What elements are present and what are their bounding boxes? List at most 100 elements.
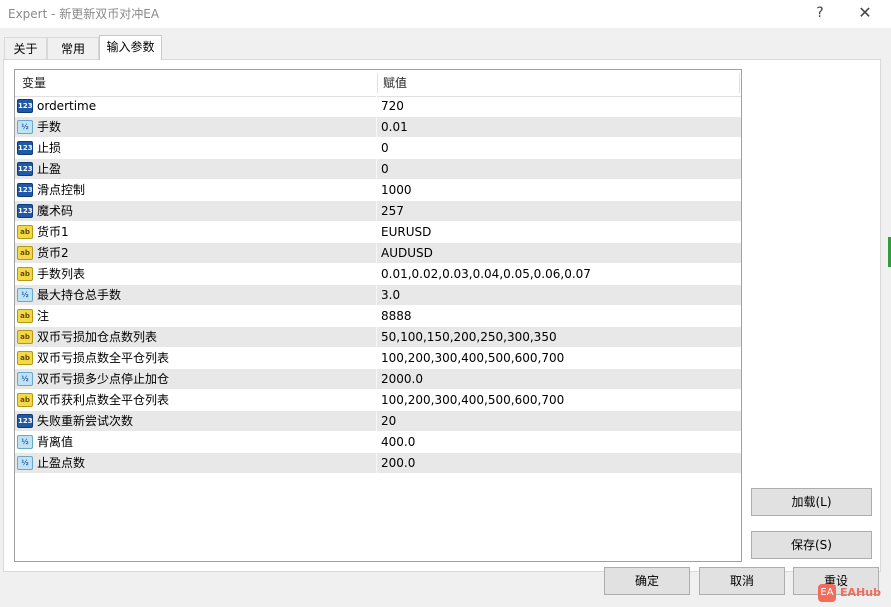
parameter-name: 货币1	[37, 225, 69, 239]
parameter-name: 注	[37, 309, 50, 323]
parameter-value[interactable]: 50,100,150,200,250,300,350	[381, 327, 557, 347]
cell-separator	[376, 369, 377, 389]
parameter-name: 手数列表	[37, 267, 86, 281]
parameter-row[interactable]: ½ 双币亏损多少点停止加仓 2000.0	[15, 369, 741, 390]
integer-type-icon: 123	[17, 183, 33, 197]
double-type-icon: ½	[17, 456, 33, 470]
parameter-value[interactable]: 257	[381, 201, 404, 221]
parameter-row[interactable]: 123 ordertime 720	[15, 96, 741, 117]
tab-about[interactable]: 关于	[4, 37, 47, 59]
parameter-value[interactable]: EURUSD	[381, 222, 431, 242]
parameter-row[interactable]: ab 双币获利点数全平仓列表 100,200,300,400,500,600,700	[15, 390, 741, 411]
cell-separator	[376, 306, 377, 326]
cell-separator	[376, 411, 377, 431]
parameter-name: 双币亏损多少点停止加仓	[37, 372, 170, 386]
parameter-value[interactable]: 3.0	[381, 285, 400, 305]
parameter-row[interactable]: ½ 手数 0.01	[15, 117, 741, 138]
save-button[interactable]: 保存(S)	[751, 531, 872, 559]
close-button[interactable]: ✕	[850, 2, 880, 24]
parameter-value[interactable]: 200.0	[381, 453, 415, 473]
parameter-name: ordertime	[37, 99, 97, 113]
parameter-name: 最大持仓总手数	[37, 288, 122, 302]
cell-separator	[376, 327, 377, 347]
tab-inputs[interactable]: 输入参数	[99, 35, 162, 60]
double-type-icon: ½	[17, 120, 33, 134]
parameter-name: 滑点控制	[37, 183, 86, 197]
parameter-row[interactable]: 123 止损 0	[15, 138, 741, 159]
double-type-icon: ½	[17, 288, 33, 302]
parameter-value[interactable]: 8888	[381, 306, 412, 326]
parameter-value[interactable]: AUDUSD	[381, 243, 433, 263]
cell-separator	[376, 348, 377, 368]
parameter-row[interactable]: ab 货币2 AUDUSD	[15, 243, 741, 264]
cell-separator	[376, 96, 377, 116]
column-divider[interactable]	[377, 73, 378, 93]
cell-separator	[376, 453, 377, 473]
string-type-icon: ab	[17, 267, 33, 281]
string-type-icon: ab	[17, 225, 33, 239]
cell-separator	[376, 432, 377, 452]
parameter-value[interactable]: 0.01,0.02,0.03,0.04,0.05,0.06,0.07	[381, 264, 591, 284]
parameter-name: 魔术码	[37, 204, 74, 218]
string-type-icon: ab	[17, 330, 33, 344]
double-type-icon: ½	[17, 435, 33, 449]
parameter-value[interactable]: 720	[381, 96, 404, 116]
parameter-name: 背离值	[37, 435, 74, 449]
cell-separator	[376, 180, 377, 200]
parameter-name: 双币获利点数全平仓列表	[37, 393, 170, 407]
string-type-icon: ab	[17, 393, 33, 407]
parameter-row[interactable]: ab 双币亏损点数全平仓列表 100,200,300,400,500,600,700	[15, 348, 741, 369]
parameter-value[interactable]: 100,200,300,400,500,600,700	[381, 390, 564, 410]
tab-common[interactable]: 常用	[47, 37, 99, 59]
parameter-value[interactable]: 1000	[381, 180, 412, 200]
column-header-value[interactable]: 赋值	[383, 70, 407, 96]
cell-separator	[376, 201, 377, 221]
cell-separator	[376, 243, 377, 263]
parameter-row[interactable]: ab 货币1 EURUSD	[15, 222, 741, 243]
parameter-row[interactable]: 123 滑点控制 1000	[15, 180, 741, 201]
parameter-row[interactable]: 123 止盈 0	[15, 159, 741, 180]
parameter-row[interactable]: ½ 背离值 400.0	[15, 432, 741, 453]
parameter-value[interactable]: 100,200,300,400,500,600,700	[381, 348, 564, 368]
parameter-row[interactable]: 123 失败重新尝试次数 20	[15, 411, 741, 432]
integer-type-icon: 123	[17, 141, 33, 155]
parameter-name: 货币2	[37, 246, 69, 260]
grid-header: 变量 赋值	[15, 70, 741, 97]
title-bar[interactable]: Expert - 新更新双币对冲EA ? ✕	[0, 0, 891, 28]
cell-separator	[376, 159, 377, 179]
parameter-row[interactable]: ½ 止盈点数 200.0	[15, 453, 741, 474]
cell-separator	[376, 285, 377, 305]
parameter-value[interactable]: 400.0	[381, 432, 415, 452]
parameter-name: 双币亏损加仓点数列表	[37, 330, 158, 344]
string-type-icon: ab	[17, 309, 33, 323]
parameter-value[interactable]: 0	[381, 159, 389, 179]
parameter-value[interactable]: 0	[381, 138, 389, 158]
parameter-row[interactable]: ab 手数列表 0.01,0.02,0.03,0.04,0.05,0.06,0.07	[15, 264, 741, 285]
ok-button[interactable]: 确定	[604, 567, 690, 595]
window-title: Expert - 新更新双币对冲EA	[8, 7, 160, 21]
parameter-row[interactable]: ab 注 8888	[15, 306, 741, 327]
parameter-value[interactable]: 0.01	[381, 117, 408, 137]
double-type-icon: ½	[17, 372, 33, 386]
string-type-icon: ab	[17, 246, 33, 260]
string-type-icon: ab	[17, 351, 33, 365]
eahub-logo-icon: EA	[818, 584, 836, 602]
parameter-name: 手数	[37, 120, 62, 134]
cancel-button[interactable]: 取消	[699, 567, 785, 595]
parameter-name: 止盈	[37, 162, 62, 176]
parameter-row[interactable]: ½ 最大持仓总手数 3.0	[15, 285, 741, 306]
column-header-variable[interactable]: 变量	[22, 70, 46, 96]
column-divider[interactable]	[739, 73, 740, 93]
parameter-value[interactable]: 20	[381, 411, 396, 431]
parameter-value[interactable]: 2000.0	[381, 369, 423, 389]
integer-type-icon: 123	[17, 162, 33, 176]
integer-type-icon: 123	[17, 204, 33, 218]
help-button[interactable]: ?	[805, 2, 835, 24]
load-button[interactable]: 加载(L)	[751, 488, 872, 516]
cell-separator	[376, 138, 377, 158]
integer-type-icon: 123	[17, 414, 33, 428]
parameters-grid[interactable]: 变量 赋值 123 ordertime 720 ½ 手数 0.01 123 止损 0 123 止盈 0…	[14, 69, 742, 562]
cell-separator	[376, 222, 377, 242]
parameter-row[interactable]: ab 双币亏损加仓点数列表 50,100,150,200,250,300,350	[15, 327, 741, 348]
parameter-row[interactable]: 123 魔术码 257	[15, 201, 741, 222]
